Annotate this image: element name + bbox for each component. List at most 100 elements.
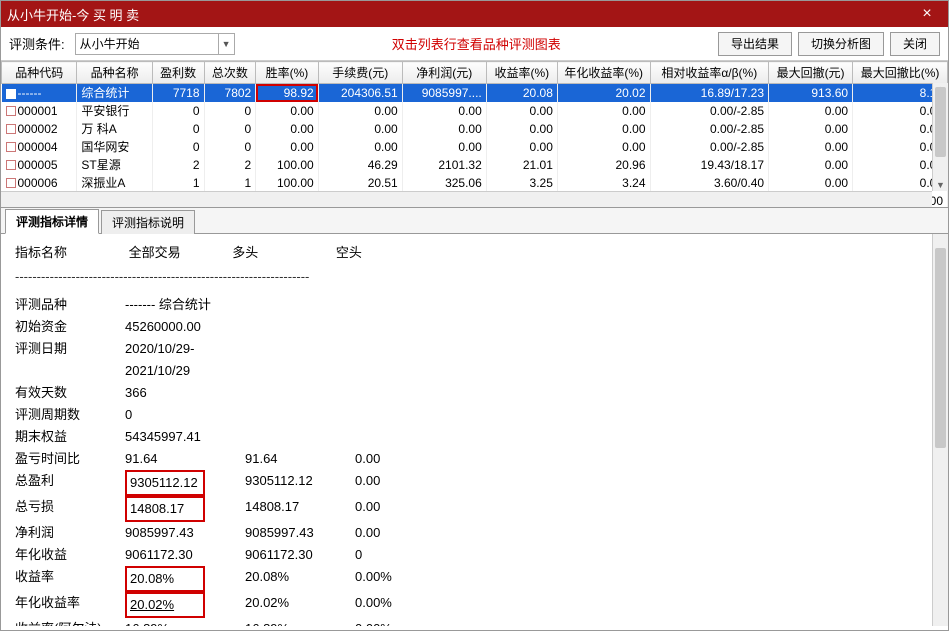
cell: 2101.32 [402, 156, 486, 174]
cell: 000002 [2, 120, 77, 138]
col-header[interactable]: 胜率(%) [256, 62, 318, 84]
cell: 0 [204, 138, 256, 156]
cell: 0.00 [557, 138, 650, 156]
row-icon [6, 142, 16, 152]
cell: 0.00 [769, 156, 853, 174]
cell: 0.00 [256, 120, 318, 138]
condition-input[interactable] [75, 33, 235, 55]
row-icon [6, 178, 16, 188]
cell: 国华网安 [77, 138, 152, 156]
cell: 1 [152, 174, 204, 192]
export-button[interactable]: 导出结果 [718, 32, 792, 56]
cell: 000006 [2, 174, 77, 192]
cell: 20.08 [486, 84, 557, 102]
tab-detail[interactable]: 评测指标详情 [5, 209, 99, 234]
table-row[interactable]: 000005ST星源22100.0046.292101.3221.0120.96… [2, 156, 948, 174]
close-icon[interactable]: × [912, 5, 942, 23]
cell: 9085997.... [402, 84, 486, 102]
table-header-row[interactable]: 品种代码品种名称盈利数总次数胜率(%)手续费(元)净利润(元)收益率(%)年化收… [2, 62, 948, 84]
col-header[interactable]: 年化收益率(%) [557, 62, 650, 84]
col-header[interactable]: 相对收益率α/β(%) [650, 62, 769, 84]
condition-combo[interactable]: ▼ [75, 33, 235, 55]
cell: 19.43/18.17 [650, 156, 769, 174]
detail-label: 有效天数 [15, 382, 125, 404]
cell: 0.00/-2.85 [650, 138, 769, 156]
table-row[interactable]: ------综合统计7718780298.92204306.519085997.… [2, 84, 948, 102]
cell: 204306.51 [318, 84, 402, 102]
detail-value-long: 20.02% [245, 592, 355, 618]
cell: 325.06 [402, 174, 486, 192]
detail-value-long: 9061172.30 [245, 544, 355, 566]
col-header[interactable]: 品种代码 [2, 62, 77, 84]
cell: 2 [204, 156, 256, 174]
cell: 913.60 [769, 84, 853, 102]
detail-value-all: 45260000.00 [125, 316, 245, 338]
table-row[interactable]: 000004国华网安000.000.000.000.000.000.00/-2.… [2, 138, 948, 156]
cell: 20.02 [557, 84, 650, 102]
cell: 000001 [2, 102, 77, 120]
hint-text: 双击列表行查看品种评测图表 [241, 34, 712, 53]
detail-value-all: 9061172.30 [125, 544, 245, 566]
row-icon [6, 106, 16, 116]
col-header[interactable]: 收益率(%) [486, 62, 557, 84]
result-table[interactable]: 品种代码品种名称盈利数总次数胜率(%)手续费(元)净利润(元)收益率(%)年化收… [1, 61, 948, 208]
detail-value-short: 0.00 [355, 448, 435, 470]
cell: 0.00/-2.85 [650, 102, 769, 120]
detail-value-all: 2020/10/29-2021/10/29 [125, 338, 245, 382]
switch-view-button[interactable]: 切换分析图 [798, 32, 884, 56]
detail-row: 评测日期2020/10/29-2021/10/29 [15, 338, 934, 382]
detail-value-short: 0.00% [355, 592, 435, 618]
close-button[interactable]: 关闭 [890, 32, 940, 56]
chevron-down-icon[interactable]: ▼ [218, 34, 234, 54]
cell: 0.00 [769, 120, 853, 138]
detail-value-long: 9085997.43 [245, 522, 355, 544]
detail-row: 收益率20.08%20.08%0.00% [15, 566, 934, 592]
vertical-scrollbar[interactable]: ▲ ▼ [932, 83, 948, 191]
cell: 0 [152, 102, 204, 120]
cell: 平安银行 [77, 102, 152, 120]
cell: 3.25 [486, 174, 557, 192]
cell: 0.00 [402, 138, 486, 156]
col-header[interactable]: 品种名称 [77, 62, 152, 84]
cell: 7802 [204, 84, 256, 102]
cell: 0.00/-2.85 [650, 120, 769, 138]
hdr-all: 全部交易 [129, 242, 229, 264]
cell: 0.00 [769, 174, 853, 192]
detail-value-all: 14808.17 [125, 496, 245, 522]
row-icon [6, 124, 16, 134]
detail-row: 年化收益9061172.309061172.300 [15, 544, 934, 566]
horizontal-scrollbar[interactable] [1, 191, 932, 207]
col-header[interactable]: 最大回撤比(%) [853, 62, 948, 84]
detail-row: 评测品种------- 综合统计 [15, 294, 934, 316]
cell: 0.00 [256, 102, 318, 120]
detail-scrollbar[interactable] [932, 234, 948, 626]
col-header[interactable]: 净利润(元) [402, 62, 486, 84]
detail-row: 期末权益54345997.41 [15, 426, 934, 448]
col-header[interactable]: 盈利数 [152, 62, 204, 84]
cell: 0.00 [402, 102, 486, 120]
scroll-down-icon[interactable]: ▼ [933, 178, 948, 192]
table-row[interactable]: 000002万 科A000.000.000.000.000.000.00/-2.… [2, 120, 948, 138]
tab-desc[interactable]: 评测指标说明 [101, 210, 195, 234]
scrollbar-thumb[interactable] [935, 87, 946, 157]
col-header[interactable]: 总次数 [204, 62, 256, 84]
detail-value-all: 20.08% [125, 566, 245, 592]
detail-value-long: 9305112.12 [245, 470, 355, 496]
hdr-long: 多头 [232, 242, 332, 264]
col-header[interactable]: 最大回撤(元) [769, 62, 853, 84]
detail-scrollbar-thumb[interactable] [935, 248, 946, 448]
cell: 0.00 [486, 120, 557, 138]
detail-value-all: 54345997.41 [125, 426, 245, 448]
cell: 0 [152, 120, 204, 138]
table-row[interactable]: 000001平安银行000.000.000.000.000.000.00/-2.… [2, 102, 948, 120]
titlebar: 从小牛开始-今 买 明 卖 × [1, 1, 948, 27]
col-header[interactable]: 手续费(元) [318, 62, 402, 84]
detail-header: 指标名称 全部交易 多头 空头 [15, 242, 934, 264]
cell: 3.60/0.40 [650, 174, 769, 192]
detail-value-short: 0.00% [355, 566, 435, 592]
cell: 0.00 [486, 102, 557, 120]
cell: 16.89/17.23 [650, 84, 769, 102]
detail-value-long: 16.89% [245, 618, 355, 626]
table-row[interactable]: 000006深振业A11100.0020.51325.063.253.243.6… [2, 174, 948, 192]
detail-value-short: 0.00% [355, 618, 435, 626]
